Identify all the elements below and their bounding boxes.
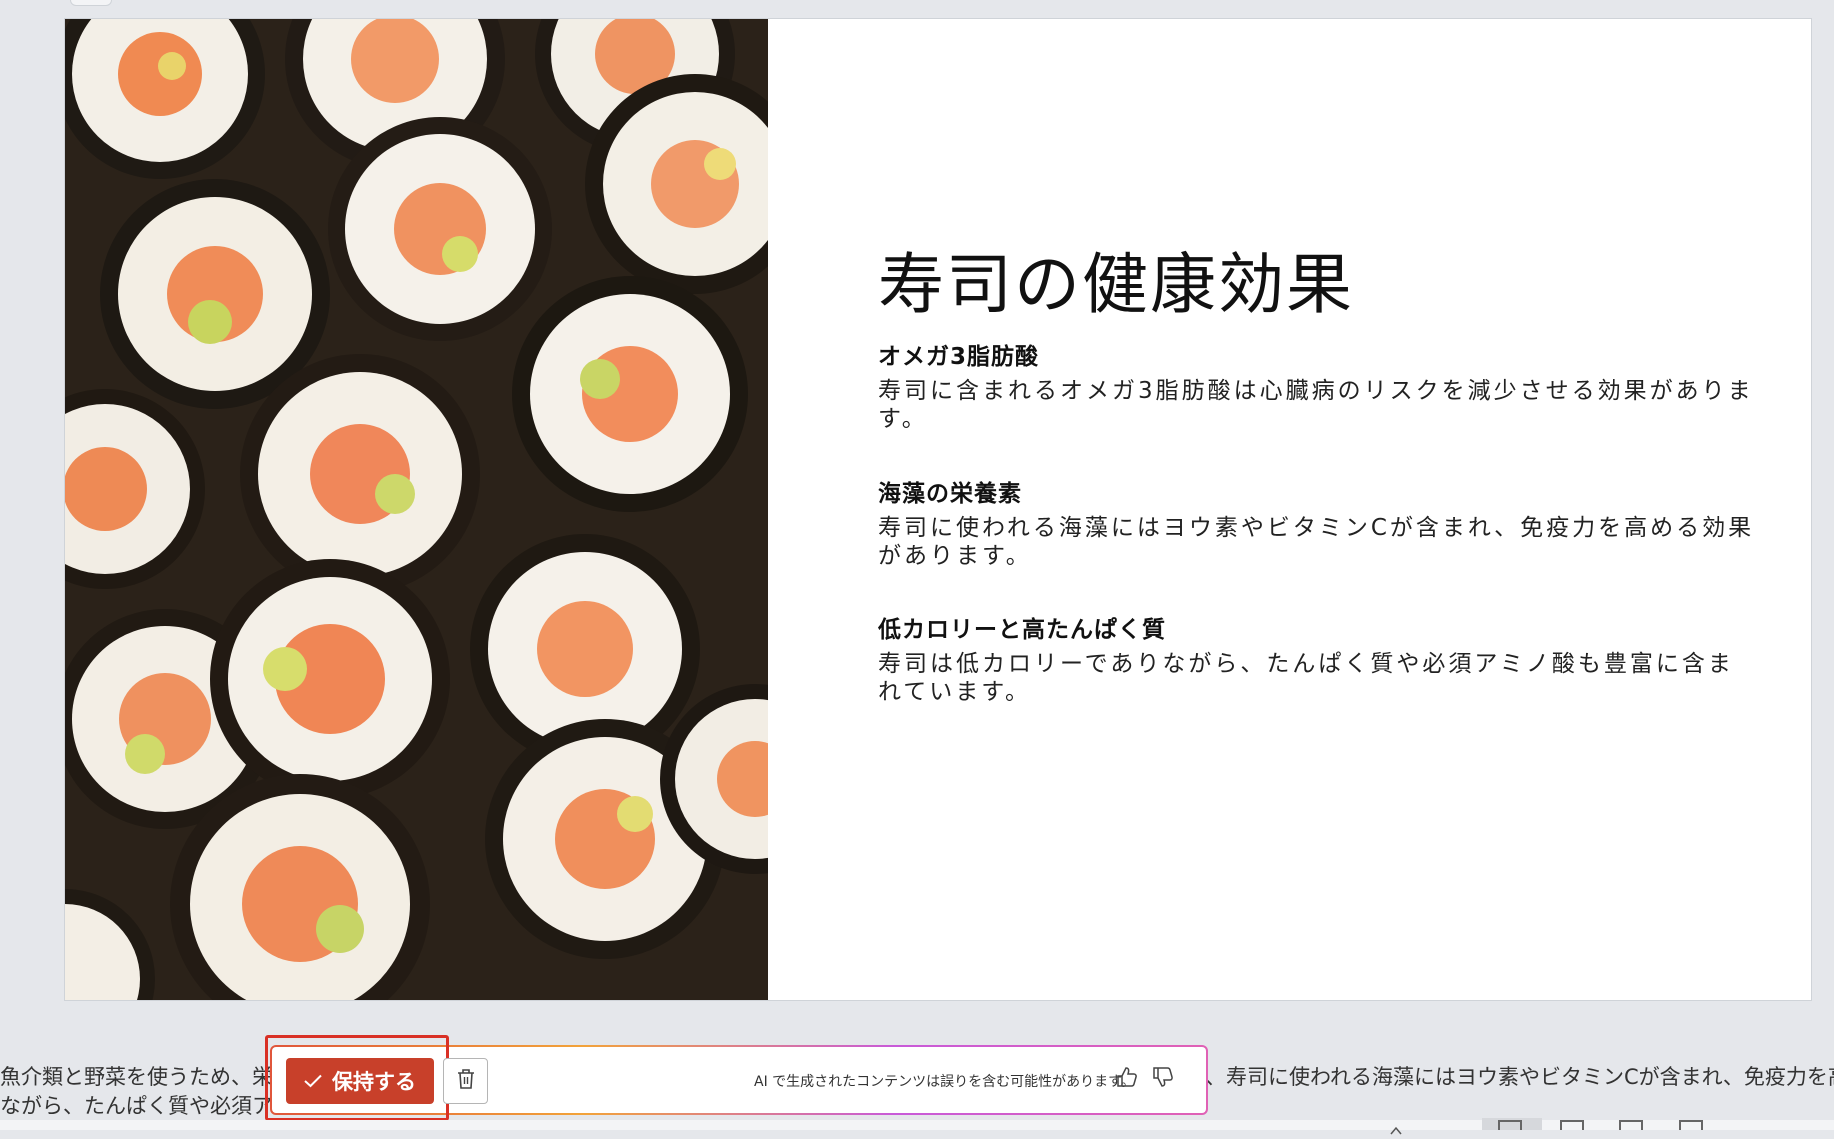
status-bar xyxy=(0,1120,1834,1130)
section-omega3: オメガ3脂肪酸 寿司に含まれるオメガ3脂肪酸は心臓病のリスクを減少させる効果があ… xyxy=(878,337,1758,433)
reading-view-button[interactable] xyxy=(1619,1120,1643,1130)
section-heading: オメガ3脂肪酸 xyxy=(878,344,1040,370)
thumbs-up-icon xyxy=(1116,1066,1138,1092)
notes-text-right-line1: 、寿司に使われる海藻にはヨウ素やビタミンCが含まれ、免疫力を高める効 xyxy=(1205,1065,1834,1089)
normal-view-icon xyxy=(1498,1120,1522,1130)
keep-button[interactable]: 保持する xyxy=(286,1058,434,1104)
presenter-view-button[interactable] xyxy=(1679,1120,1703,1130)
slide-sorter-button[interactable] xyxy=(1560,1120,1584,1130)
presentation-slide[interactable]: 寿司の健康効果 オメガ3脂肪酸 寿司に含まれるオメガ3脂肪酸は心臓病のリスクを減… xyxy=(64,18,1812,1001)
window-tab-edge xyxy=(70,0,112,6)
section-body: 寿司に使われる海藻にはヨウ素やビタミンCが含まれ、免疫力を高める効果があります。 xyxy=(878,515,1755,569)
sushi-photo xyxy=(65,19,768,1000)
notes-text-left-line1: 魚介類と野菜を使うため、栄養 xyxy=(0,1065,294,1089)
section-heading: 海藻の栄養素 xyxy=(878,481,1022,507)
notes-toggle-icon[interactable] xyxy=(1390,1120,1402,1135)
section-body: 寿司に含まれるオメガ3脂肪酸は心臓病のリスクを減少させる効果があります。 xyxy=(878,378,1754,432)
section-heading: 低カロリーと高たんぱく質 xyxy=(878,617,1166,643)
section-low-calorie: 低カロリーと高たんぱく質 寿司は低カロリーでありながら、たんぱく質や必須アミノ酸… xyxy=(878,610,1758,706)
discard-button[interactable] xyxy=(443,1058,488,1104)
keep-button-label: 保持する xyxy=(332,1070,416,1094)
checkmark-icon xyxy=(304,1069,322,1093)
thumbs-down-icon xyxy=(1152,1066,1174,1092)
section-seaweed: 海藻の栄養素 寿司に使われる海藻にはヨウ素やビタミンCが含まれ、免疫力を高める効… xyxy=(878,474,1758,570)
ai-disclaimer: AI で生成されたコンテンツは誤りを含む可能性があります。 xyxy=(754,1074,1135,1090)
thumbs-down-button[interactable] xyxy=(1150,1066,1176,1092)
slide-title: 寿司の健康効果 xyxy=(878,246,1354,323)
section-body: 寿司は低カロリーでありながら、たんぱく質や必須アミノ酸も豊富に含まれています。 xyxy=(878,651,1734,705)
thumbs-up-button[interactable] xyxy=(1114,1066,1140,1092)
trash-icon xyxy=(456,1068,476,1094)
